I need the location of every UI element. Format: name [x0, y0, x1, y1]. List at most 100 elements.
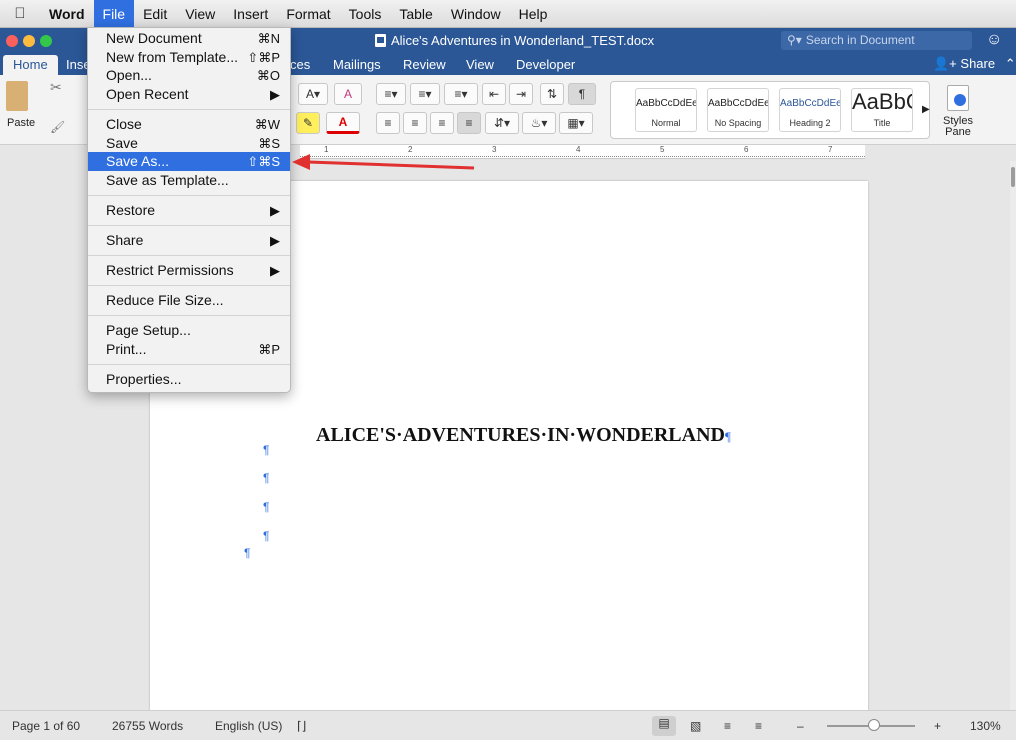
menu-item-save-as[interactable]: Save As... ⇧⌘S — [88, 152, 290, 171]
highlight-color-icon[interactable]: ✎ — [296, 112, 320, 134]
collapse-ribbon-chevron-icon[interactable]: ⌃ — [1005, 56, 1016, 71]
zoom-window-button[interactable] — [40, 35, 52, 47]
cut-icon[interactable]: ✂ — [50, 79, 62, 96]
draft-view-icon[interactable]: ≡ — [755, 719, 762, 733]
menu-separator — [88, 195, 290, 196]
menu-item-new-from-template[interactable]: New from Template... ⇧⌘P — [88, 48, 290, 67]
page-count[interactable]: Page 1 of 60 — [12, 719, 80, 733]
menu-item-properties[interactable]: Properties... — [88, 370, 290, 389]
menu-tools[interactable]: Tools — [340, 0, 391, 28]
share-label: Share — [960, 56, 996, 71]
menu-item-label: Open... — [106, 67, 152, 83]
tab-references[interactable]: ces — [290, 55, 310, 75]
zoom-out-icon[interactable]: – — [797, 719, 804, 733]
menu-item-shortcut: ⌘P — [258, 342, 280, 357]
ruler-mark: 5 — [660, 145, 665, 154]
bullets-icon[interactable]: ≡▾ — [376, 83, 406, 105]
menu-table[interactable]: Table — [390, 0, 441, 28]
menu-item-restore[interactable]: Restore ▶ — [88, 201, 290, 220]
sort-icon[interactable]: ⇅ — [540, 83, 564, 105]
menu-app-word[interactable]: Word — [40, 0, 94, 28]
menu-item-label: Save As... — [106, 153, 170, 169]
paste-label[interactable]: Paste — [7, 117, 35, 129]
feedback-smiley-icon[interactable]: ☺ — [986, 31, 1002, 49]
heading-text: ALICE'S·ADVENTURES·IN·WONDERLAND — [316, 424, 725, 446]
format-painter-icon[interactable]: 🖌 — [50, 120, 65, 134]
borders-icon[interactable]: ▦▾ — [559, 112, 593, 134]
close-window-button[interactable] — [6, 35, 18, 47]
align-center-icon[interactable]: ≡ — [403, 112, 427, 134]
zoom-slider-handle[interactable] — [868, 719, 880, 731]
menu-item-label: Open Recent — [106, 86, 189, 102]
share-button[interactable]: 👤+ Share ⌃ — [933, 55, 1016, 73]
pilcrow-mark: ¶ — [263, 443, 270, 457]
web-layout-view-icon[interactable]: ▧ — [690, 719, 701, 733]
ruler-mark: 6 — [744, 145, 749, 154]
paste-clipboard-icon[interactable] — [6, 81, 28, 111]
menu-item-new-document[interactable]: New Document ⌘N — [88, 29, 290, 48]
menu-file[interactable]: File — [93, 0, 135, 28]
apple-icon[interactable]:  — [0, 5, 40, 22]
style-name: No Spacing — [714, 118, 762, 128]
font-size-button[interactable]: A▾ — [298, 83, 328, 105]
zoom-level[interactable]: 130% — [970, 719, 1001, 733]
line-spacing-icon[interactable]: ⇵▾ — [485, 112, 519, 134]
styles-pane-icon[interactable] — [947, 85, 969, 111]
menu-window[interactable]: Window — [442, 0, 510, 28]
pilcrow-mark: ¶ — [263, 471, 270, 485]
menu-edit[interactable]: Edit — [134, 0, 176, 28]
track-changes-icon[interactable]: ⌈⌋ — [297, 719, 306, 733]
menu-item-share[interactable]: Share ▶ — [88, 231, 290, 250]
menu-item-close[interactable]: Close ⌘W — [88, 115, 290, 134]
tab-home[interactable]: Home — [3, 55, 58, 75]
style-normal[interactable]: AaBbCcDdEe Normal — [635, 88, 697, 132]
menu-item-open-recent[interactable]: Open Recent ▶ — [88, 85, 290, 104]
word-count[interactable]: 26755 Words — [112, 719, 183, 733]
print-layout-view-icon[interactable]: ▤ — [652, 716, 676, 736]
word-document-icon — [375, 34, 386, 47]
menu-item-label: Restore — [106, 202, 156, 218]
menu-item-restrict-permissions[interactable]: Restrict Permissions ▶ — [88, 261, 290, 280]
show-formatting-marks-icon[interactable]: ¶ — [568, 83, 596, 105]
menu-item-page-setup[interactable]: Page Setup... — [88, 321, 290, 340]
menu-separator — [88, 225, 290, 226]
increase-indent-icon[interactable]: ⇥ — [509, 83, 533, 105]
style-title[interactable]: AaBbC Title — [851, 88, 913, 132]
menu-view[interactable]: View — [176, 0, 224, 28]
decrease-indent-icon[interactable]: ⇤ — [482, 83, 506, 105]
styles-more-chevron-icon[interactable]: ▶ — [922, 104, 930, 115]
style-heading-2[interactable]: AaBbCcDdEe Heading 2 — [779, 88, 841, 132]
search-input[interactable]: ⚲▾ Search in Document — [781, 31, 972, 50]
style-no-spacing[interactable]: AaBbCcDdEe No Spacing — [707, 88, 769, 132]
menu-insert[interactable]: Insert — [224, 0, 277, 28]
search-icon: ⚲▾ — [787, 33, 802, 47]
multilevel-list-icon[interactable]: ≡▾ — [444, 83, 478, 105]
vertical-scrollbar[interactable] — [1010, 161, 1016, 710]
numbering-icon[interactable]: ≡▾ — [410, 83, 440, 105]
tab-developer[interactable]: Developer — [516, 55, 575, 75]
tab-view[interactable]: View — [466, 55, 494, 75]
shading-icon[interactable]: ♨▾ — [522, 112, 556, 134]
tab-mailings[interactable]: Mailings — [333, 55, 381, 75]
menu-item-save-as-template[interactable]: Save as Template... — [88, 171, 290, 190]
clear-formatting-icon[interactable]: A — [334, 83, 362, 105]
menu-help[interactable]: Help — [510, 0, 557, 28]
document-heading[interactable]: ALICE'S·ADVENTURES·IN·WONDERLAND¶ — [316, 424, 731, 447]
menu-item-reduce-file-size[interactable]: Reduce File Size... — [88, 291, 290, 310]
minimize-window-button[interactable] — [23, 35, 35, 47]
tab-review[interactable]: Review — [403, 55, 446, 75]
align-right-icon[interactable]: ≡ — [430, 112, 454, 134]
menu-format[interactable]: Format — [277, 0, 339, 28]
language-indicator[interactable]: English (US) — [215, 719, 282, 733]
menu-item-open[interactable]: Open... ⌘O — [88, 66, 290, 85]
submenu-arrow-icon: ▶ — [270, 203, 280, 218]
zoom-in-icon[interactable]: + — [934, 719, 941, 733]
styles-pane-label[interactable]: Styles Pane — [940, 116, 976, 138]
align-left-icon[interactable]: ≡ — [376, 112, 400, 134]
menu-item-save[interactable]: Save ⌘S — [88, 134, 290, 153]
font-color-icon[interactable]: A — [326, 112, 360, 134]
outline-view-icon[interactable]: ≡ — [724, 719, 731, 733]
justify-icon[interactable]: ≡ — [457, 112, 481, 134]
scrollbar-thumb[interactable] — [1011, 167, 1015, 187]
menu-item-print[interactable]: Print... ⌘P — [88, 340, 290, 359]
